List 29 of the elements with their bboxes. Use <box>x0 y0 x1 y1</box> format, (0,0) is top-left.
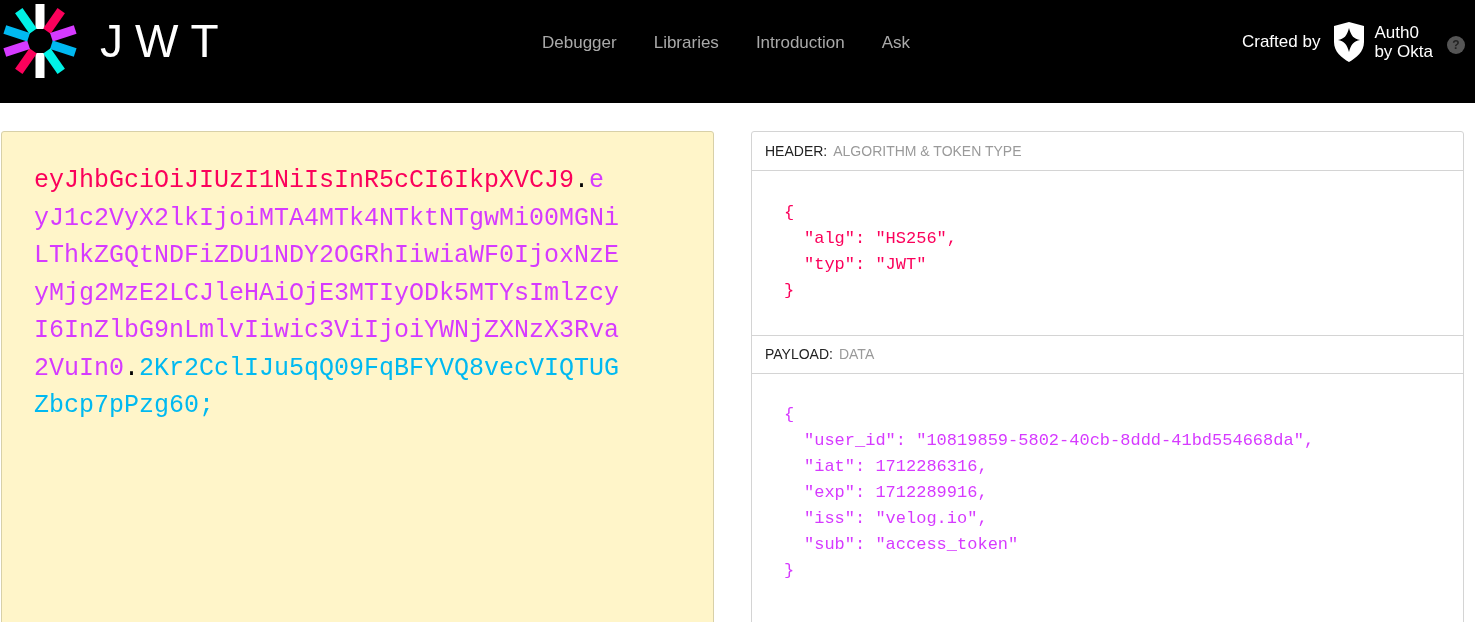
nav-link[interactable]: Debugger <box>542 30 617 56</box>
company-subtitle: by Okta <box>1374 42 1433 61</box>
crafted-by-label: Crafted by <box>1241 31 1321 54</box>
company-name: Auth0 <box>1374 23 1420 42</box>
code-line: "iss": "velog.io", <box>804 508 988 530</box>
code-line: { <box>784 202 795 224</box>
code-line: } <box>784 280 795 302</box>
nav-link[interactable]: Libraries <box>653 30 719 56</box>
logo-icon[interactable] <box>2 2 78 79</box>
encoded-token: eyJhbGciOiJIUzI1NiIsInR5cCI6IkpXVCJ9.eyJ1c2VyX2lkIjoiMTA4MTk4NTktNTgwMi00MGNiLThkZGQtNDFiZDU1NDY2OGRhIiwiaWF0IjoxNzEyMjg2MzE2LCJleHAiOjE3MTIyODk5MTYsImlzcyI6InZlbG9nLmlvIiwic3ViIjoiYWNjZXNzX3Rva2VuIn0.2Kr2CclIJu5qQ09FqBFYVQ8vecVIQTUGZbcp7pPzg60; <box>34 165 620 422</box>
code-line: "typ": "JWT" <box>804 254 927 276</box>
section-subtitle: DATA <box>838 345 875 364</box>
code-line: "user_id": "10819859-5802-40cb-8ddd-41bd554668da", <box>804 430 1315 452</box>
section-title: PAYLOAD: <box>765 345 833 364</box>
code-line: "sub": "access_token" <box>804 534 1019 556</box>
encoded-token-panel[interactable] <box>1 131 714 622</box>
shield-icon[interactable] <box>1332 22 1367 62</box>
section-title: HEADER: <box>765 141 828 161</box>
nav-link[interactable]: Ask <box>881 30 911 56</box>
nav-link[interactable]: Introduction <box>755 30 845 56</box>
code-line: } <box>784 560 795 582</box>
code-line: "exp": 1712289916, <box>804 482 988 504</box>
code-line: "iat": 1712286316, <box>804 456 988 478</box>
code-line: "alg": "HS256", <box>804 228 958 250</box>
json-editor[interactable]: { "user_id": "10819859-5802-40cb-8ddd-41bd554668da", "iat": 1712286316, "exp": 1712289916, "iss": "velog.io", "sub": "access_token" } <box>752 374 1463 614</box>
logo-wordmark[interactable]: JWT <box>100 17 231 64</box>
section-subtitle: ALGORITHM & TOKEN TYPE <box>833 141 1022 161</box>
json-editor[interactable]: { "alg": "HS256", "typ": "JWT" } <box>752 171 1463 335</box>
code-line: { <box>784 404 795 426</box>
